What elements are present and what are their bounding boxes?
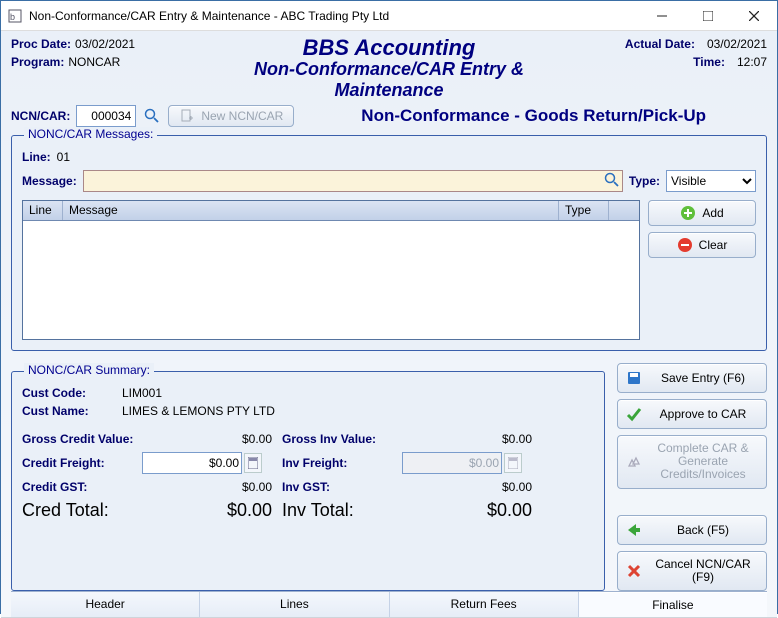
recycle-icon xyxy=(626,454,642,470)
col-line: Line xyxy=(23,201,63,220)
grid-body xyxy=(23,221,639,339)
approve-button[interactable]: Approve to CAR xyxy=(617,399,767,429)
complete-button[interactable]: Complete CAR & Generate Credits/Invoices xyxy=(617,435,767,489)
back-button[interactable]: Back (F5) xyxy=(617,515,767,545)
save-icon xyxy=(626,370,642,386)
tab-return-fees[interactable]: Return Fees xyxy=(390,592,579,617)
messages-panel: NONC/CAR Messages: Line: 01 Message: Typ… xyxy=(11,135,767,351)
clear-label: Clear xyxy=(699,238,728,252)
type-label: Type: xyxy=(629,174,660,188)
line-value: 01 xyxy=(57,150,70,164)
col-tail xyxy=(609,201,639,220)
search-icon[interactable] xyxy=(142,106,162,126)
cancel-label: Cancel NCN/CAR (F9) xyxy=(648,558,758,584)
save-button[interactable]: Save Entry (F6) xyxy=(617,363,767,393)
complete-label: Complete CAR & Generate Credits/Invoices xyxy=(648,442,758,482)
credit-freight-label: Credit Freight: xyxy=(22,456,142,470)
toolbar: NCN/CAR: New NCN/CAR Non-Conformance - G… xyxy=(11,105,767,127)
clear-button[interactable]: Clear xyxy=(648,232,756,258)
cust-name-value: LIMES & LEMONS PTY LTD xyxy=(122,404,594,418)
messages-panel-title: NONC/CAR Messages: xyxy=(24,127,157,141)
messages-grid[interactable]: Line Message Type xyxy=(22,200,640,340)
add-label: Add xyxy=(702,206,723,220)
page-subtitle: Non-Conformance/CAR Entry & Maintenance xyxy=(201,59,577,101)
credit-gst-label: Credit GST: xyxy=(22,480,142,494)
maximize-button[interactable] xyxy=(685,1,731,31)
inv-freight-label: Inv Freight: xyxy=(282,456,402,470)
tab-finalise[interactable]: Finalise xyxy=(579,592,767,617)
tab-header[interactable]: Header xyxy=(11,592,200,617)
proc-date-value: 03/02/2021 xyxy=(75,37,135,51)
approve-label: Approve to CAR xyxy=(648,407,758,421)
cred-total-value: $0.00 xyxy=(142,500,282,521)
time-value: 12:07 xyxy=(737,55,767,69)
close-button[interactable] xyxy=(731,1,777,31)
summary-panel: NONC/CAR Summary: Cust Code: LIM001 Cust… xyxy=(11,371,605,591)
add-button[interactable]: Add xyxy=(648,200,756,226)
svg-text:b: b xyxy=(10,12,15,22)
cust-code-label: Cust Code: xyxy=(22,386,122,400)
app-icon: b xyxy=(7,8,23,24)
cancel-button[interactable]: Cancel NCN/CAR (F9) xyxy=(617,551,767,591)
calculator-icon[interactable] xyxy=(244,453,262,473)
gross-credit-label: Gross Credit Value: xyxy=(22,432,142,446)
cust-code-value: LIM001 xyxy=(122,386,594,400)
credit-gst-value: $0.00 xyxy=(142,480,282,494)
lookup-icon[interactable] xyxy=(604,172,620,188)
proc-date-label: Proc Date: xyxy=(11,37,71,51)
inv-gst-value: $0.00 xyxy=(402,480,542,494)
grid-header: Line Message Type xyxy=(23,201,639,221)
header-info: Proc Date: 03/02/2021 Program: NONCAR BBS … xyxy=(11,37,767,101)
program-label: Program: xyxy=(11,55,64,69)
message-input[interactable] xyxy=(83,170,623,192)
time-label: Time: xyxy=(693,55,725,69)
titlebar: b Non-Conformance/CAR Entry & Maintenanc… xyxy=(1,1,777,31)
inv-freight-field xyxy=(402,452,542,474)
inv-total-value: $0.00 xyxy=(402,500,542,521)
actual-date-value: 03/02/2021 xyxy=(707,37,767,51)
app-window: b Non-Conformance/CAR Entry & Maintenanc… xyxy=(0,0,778,614)
mode-title: Non-Conformance - Goods Return/Pick-Up xyxy=(361,106,706,125)
client-area: Proc Date: 03/02/2021 Program: NONCAR BBS … xyxy=(1,31,777,617)
col-type: Type xyxy=(559,201,609,220)
calculator-icon xyxy=(504,453,522,473)
inv-gst-label: Inv GST: xyxy=(282,480,402,494)
action-buttons: Save Entry (F6) Approve to CAR Complete … xyxy=(617,363,767,591)
brand-title: BBS Accounting xyxy=(201,37,577,59)
ncn-label: NCN/CAR: xyxy=(11,109,70,123)
gross-inv-label: Gross Inv Value: xyxy=(282,432,402,446)
new-ncn-button[interactable]: New NCN/CAR xyxy=(168,105,294,127)
program-value: NONCAR xyxy=(68,55,120,69)
new-ncn-label: New NCN/CAR xyxy=(201,109,283,123)
credit-freight-field xyxy=(142,452,282,474)
summary-row: NONC/CAR Summary: Cust Code: LIM001 Cust… xyxy=(11,363,767,591)
line-label: Line: xyxy=(22,150,51,164)
summary-panel-title: NONC/CAR Summary: xyxy=(24,363,154,377)
document-plus-icon xyxy=(179,108,195,124)
check-icon xyxy=(626,406,642,422)
credit-freight-input[interactable] xyxy=(142,452,242,474)
plus-circle-icon xyxy=(680,205,696,221)
actual-date-label: Actual Date: xyxy=(625,37,695,51)
back-label: Back (F5) xyxy=(648,523,758,537)
minimize-button[interactable] xyxy=(639,1,685,31)
arrow-left-icon xyxy=(626,522,642,538)
tab-lines[interactable]: Lines xyxy=(200,592,389,617)
save-label: Save Entry (F6) xyxy=(648,371,758,385)
ncn-input[interactable] xyxy=(76,105,136,127)
cust-name-label: Cust Name: xyxy=(22,404,122,418)
gross-inv-value: $0.00 xyxy=(402,432,542,446)
col-message: Message xyxy=(63,201,559,220)
message-label: Message: xyxy=(22,174,77,188)
cred-total-label: Cred Total: xyxy=(22,500,142,521)
inv-total-label: Inv Total: xyxy=(282,500,402,521)
bottom-tabs: Header Lines Return Fees Finalise xyxy=(11,591,767,617)
inv-freight-input xyxy=(402,452,502,474)
gross-credit-value: $0.00 xyxy=(142,432,282,446)
type-select[interactable]: Visible xyxy=(666,170,756,192)
window-title: Non-Conformance/CAR Entry & Maintenance … xyxy=(29,9,389,23)
minus-circle-icon xyxy=(677,237,693,253)
cancel-icon xyxy=(626,563,642,579)
